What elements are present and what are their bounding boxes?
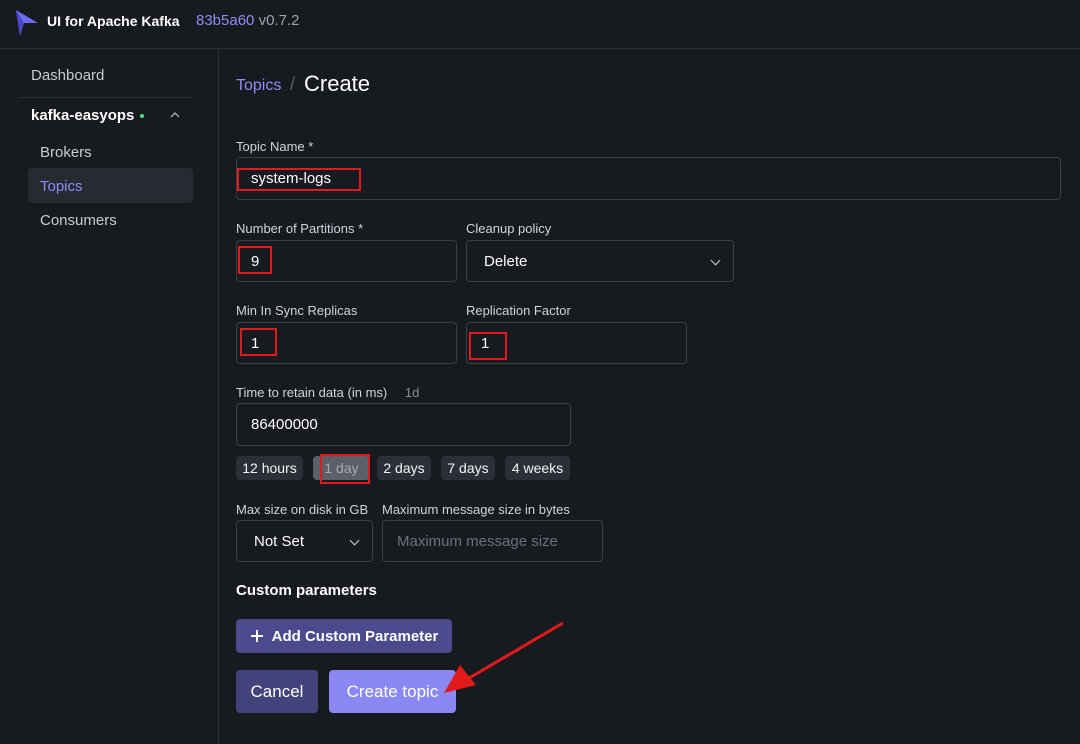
- min-isr-value: 1: [251, 334, 260, 352]
- chevron-down-icon: [349, 535, 360, 546]
- max-message-input[interactable]: Maximum message size: [382, 520, 603, 562]
- replication-factor-label: Replication Factor: [466, 303, 571, 318]
- version-info: 83b5a60 v0.7.2: [196, 12, 299, 29]
- topic-name-value: system-logs: [251, 170, 332, 187]
- cluster-name: kafka-easyops: [31, 107, 135, 124]
- sidebar: [0, 49, 219, 744]
- breadcrumb-topics-link[interactable]: Topics: [236, 77, 281, 95]
- cancel-button[interactable]: Cancel: [236, 670, 318, 713]
- app-title[interactable]: UI for Apache Kafka: [47, 13, 180, 29]
- retention-label-text: Time to retain data (in ms): [236, 385, 388, 400]
- min-isr-label: Min In Sync Replicas: [236, 303, 358, 318]
- chevron-down-icon: [710, 255, 721, 266]
- custom-parameters-title: Custom parameters: [236, 582, 377, 599]
- min-isr-input[interactable]: 1: [236, 322, 457, 364]
- retention-hint: 1d: [404, 385, 420, 400]
- max-disk-label: Max size on disk in GB: [236, 502, 369, 517]
- max-message-label: Maximum message size in bytes: [382, 502, 570, 517]
- sidebar-divider: [18, 97, 193, 98]
- page-title: Create: [304, 71, 371, 96]
- sidebar-item-topics[interactable]: Topics: [40, 178, 83, 195]
- sidebar-item-dashboard[interactable]: Dashboard: [31, 67, 104, 84]
- retention-input[interactable]: 86400000: [236, 403, 571, 446]
- max-disk-value: Not Set: [254, 532, 305, 550]
- topic-name-label: Topic Name *: [236, 139, 314, 154]
- topic-name-input[interactable]: system-logs: [236, 157, 1061, 200]
- sidebar-cluster[interactable]: kafka-easyops: [31, 107, 145, 124]
- retention-preset-4-weeks[interactable]: 4 weeks: [505, 456, 570, 480]
- breadcrumb-separator: /: [290, 74, 296, 94]
- retention-preset-7-days[interactable]: 7 days: [441, 456, 495, 480]
- annotation-arrow-icon: [444, 621, 564, 693]
- retention-preset-1-day[interactable]: 1 day: [313, 456, 370, 480]
- cleanup-policy-select[interactable]: Delete: [466, 240, 734, 282]
- plus-icon: [250, 630, 263, 642]
- cleanup-policy-value: Delete: [484, 252, 528, 270]
- partitions-input[interactable]: 9: [236, 240, 457, 282]
- partitions-value: 9: [251, 252, 260, 270]
- kafka-ui-logo-icon[interactable]: [14, 8, 40, 38]
- retention-preset-12-hours[interactable]: 12 hours: [236, 456, 303, 480]
- add-custom-parameter-button[interactable]: Add Custom Parameter: [236, 619, 452, 653]
- cluster-online-dot-icon: [140, 114, 145, 119]
- retention-label: Time to retain data (in ms) 1d: [236, 385, 419, 400]
- replication-factor-value: 1: [481, 334, 490, 352]
- cleanup-policy-label: Cleanup policy: [466, 221, 552, 236]
- max-message-placeholder: Maximum message size: [397, 532, 558, 550]
- add-custom-parameter-label: Add Custom Parameter: [271, 627, 439, 645]
- retention-preset-2-days[interactable]: 2 days: [377, 456, 431, 480]
- retention-value: 86400000: [251, 416, 318, 433]
- max-disk-select[interactable]: Not Set: [236, 520, 373, 562]
- sidebar-item-brokers[interactable]: Brokers: [40, 144, 92, 161]
- version-label: v0.7.2: [258, 12, 300, 29]
- partitions-label: Number of Partitions *: [236, 221, 364, 236]
- replication-factor-input[interactable]: 1: [466, 322, 687, 364]
- chevron-up-icon[interactable]: [169, 110, 181, 120]
- commit-hash-link[interactable]: 83b5a60: [196, 12, 254, 29]
- sidebar-item-consumers[interactable]: Consumers: [40, 212, 117, 229]
